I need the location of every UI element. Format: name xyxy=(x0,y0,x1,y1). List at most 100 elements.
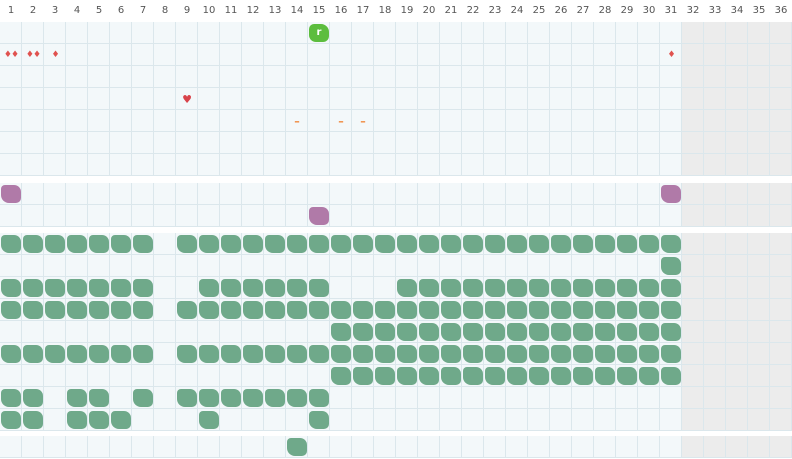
day-cell[interactable] xyxy=(770,132,792,154)
green-scribble-icon-cell[interactable] xyxy=(463,279,483,297)
day-cell[interactable] xyxy=(748,154,770,176)
day-cell[interactable] xyxy=(726,110,748,132)
day-cell[interactable] xyxy=(0,436,22,458)
day-cell[interactable] xyxy=(374,110,396,132)
day-cell[interactable] xyxy=(396,183,418,205)
day-cell[interactable] xyxy=(616,132,638,154)
day-cell[interactable] xyxy=(374,436,396,458)
day-cell[interactable] xyxy=(726,387,748,409)
green-scribble-icon-cell[interactable] xyxy=(23,279,43,297)
day-cell[interactable] xyxy=(462,66,484,88)
day-cell[interactable] xyxy=(176,22,198,44)
day-cell[interactable] xyxy=(396,66,418,88)
day-cell[interactable] xyxy=(352,409,374,431)
day-cell[interactable] xyxy=(176,409,198,431)
green-scribble-icon-cell[interactable] xyxy=(397,235,417,253)
day-cell[interactable] xyxy=(682,22,704,44)
day-cell[interactable] xyxy=(242,183,264,205)
day-cell[interactable] xyxy=(220,44,242,66)
green-scribble-icon-cell[interactable] xyxy=(287,438,307,456)
day-cell[interactable] xyxy=(484,22,506,44)
day-cell[interactable] xyxy=(462,44,484,66)
day-cell[interactable] xyxy=(44,154,66,176)
day-cell[interactable] xyxy=(462,205,484,227)
day-cell[interactable] xyxy=(154,66,176,88)
day-cell[interactable] xyxy=(704,110,726,132)
day-cell[interactable] xyxy=(242,365,264,387)
day-cell[interactable] xyxy=(352,44,374,66)
green-scribble-icon-cell[interactable] xyxy=(661,235,681,253)
green-scribble-icon-cell[interactable] xyxy=(287,301,307,319)
day-cell[interactable] xyxy=(154,110,176,132)
green-scribble-icon-cell[interactable] xyxy=(661,345,681,363)
green-scribble-icon-cell[interactable] xyxy=(1,301,21,319)
day-cell[interactable] xyxy=(462,255,484,277)
day-cell[interactable] xyxy=(374,154,396,176)
day-cell[interactable] xyxy=(44,66,66,88)
day-cell[interactable] xyxy=(704,233,726,255)
day-cell[interactable] xyxy=(22,321,44,343)
day-cell[interactable] xyxy=(638,88,660,110)
day-cell[interactable] xyxy=(220,154,242,176)
day-cell[interactable] xyxy=(198,436,220,458)
day-cell[interactable] xyxy=(176,205,198,227)
day-cell[interactable] xyxy=(726,255,748,277)
green-scribble-icon-cell[interactable] xyxy=(551,301,571,319)
day-cell[interactable] xyxy=(286,409,308,431)
day-cell[interactable] xyxy=(242,110,264,132)
day-cell[interactable] xyxy=(66,205,88,227)
green-scribble-icon-cell[interactable] xyxy=(529,301,549,319)
day-cell[interactable] xyxy=(132,154,154,176)
green-scribble-icon-cell[interactable] xyxy=(45,235,65,253)
green-scribble-icon-cell[interactable] xyxy=(397,279,417,297)
green-scribble-icon-cell[interactable] xyxy=(551,367,571,385)
day-cell[interactable] xyxy=(704,409,726,431)
green-scribble-icon-cell[interactable] xyxy=(507,367,527,385)
green-scribble-icon-cell[interactable] xyxy=(573,235,593,253)
green-scribble-icon-cell[interactable] xyxy=(243,345,263,363)
day-cell[interactable] xyxy=(550,409,572,431)
green-scribble-icon-cell[interactable] xyxy=(133,235,153,253)
green-scribble-icon-cell[interactable] xyxy=(199,301,219,319)
day-cell[interactable] xyxy=(44,183,66,205)
day-cell[interactable] xyxy=(440,132,462,154)
day-cell[interactable] xyxy=(572,110,594,132)
green-scribble-icon-cell[interactable] xyxy=(463,235,483,253)
day-cell[interactable] xyxy=(0,132,22,154)
day-cell[interactable] xyxy=(418,154,440,176)
green-scribble-icon-cell[interactable] xyxy=(419,323,439,341)
day-cell[interactable] xyxy=(88,255,110,277)
day-cell[interactable] xyxy=(770,88,792,110)
day-cell[interactable] xyxy=(22,365,44,387)
day-cell[interactable] xyxy=(374,22,396,44)
day-cell[interactable] xyxy=(594,387,616,409)
day-cell[interactable] xyxy=(748,233,770,255)
day-cell[interactable] xyxy=(154,183,176,205)
day-cell[interactable] xyxy=(286,44,308,66)
day-cell[interactable] xyxy=(440,22,462,44)
day-cell[interactable] xyxy=(88,44,110,66)
day-cell[interactable] xyxy=(330,436,352,458)
day-cell[interactable] xyxy=(528,387,550,409)
day-cell[interactable] xyxy=(264,110,286,132)
day-cell[interactable] xyxy=(550,44,572,66)
day-cell[interactable] xyxy=(352,436,374,458)
drop-icon[interactable]: ♦♦ xyxy=(23,46,43,64)
day-cell[interactable] xyxy=(0,205,22,227)
day-cell[interactable] xyxy=(506,387,528,409)
day-cell[interactable] xyxy=(242,88,264,110)
day-cell[interactable] xyxy=(484,436,506,458)
heart-icon[interactable]: ♥ xyxy=(177,90,197,108)
day-cell[interactable] xyxy=(88,436,110,458)
day-cell[interactable] xyxy=(88,110,110,132)
green-scribble-icon-cell[interactable] xyxy=(507,279,527,297)
day-cell[interactable] xyxy=(770,44,792,66)
day-cell[interactable] xyxy=(264,205,286,227)
day-cell[interactable] xyxy=(220,22,242,44)
day-cell[interactable] xyxy=(550,66,572,88)
day-cell[interactable] xyxy=(264,321,286,343)
day-cell[interactable] xyxy=(770,365,792,387)
day-cell[interactable] xyxy=(242,154,264,176)
day-cell[interactable] xyxy=(220,205,242,227)
day-cell[interactable] xyxy=(352,66,374,88)
